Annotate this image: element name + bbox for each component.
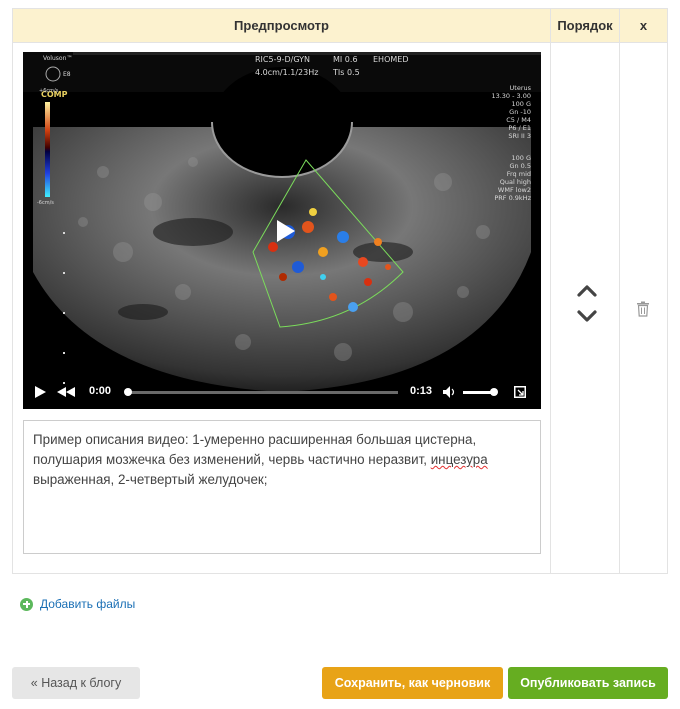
progress-handle[interactable] xyxy=(124,388,132,396)
description-text: Пример описания видео: 1-умеренно расшир… xyxy=(33,432,477,467)
total-time: 0:13 xyxy=(410,385,433,397)
fullscreen-icon[interactable] xyxy=(514,386,526,398)
plus-circle-icon xyxy=(20,597,33,611)
add-files-label: Добавить файлы xyxy=(40,597,136,611)
mi-label: MI 0.6 xyxy=(333,55,358,64)
probe-label: RIC5-9-D/GYN xyxy=(255,55,310,64)
chevron-down-icon[interactable] xyxy=(576,307,598,325)
brand-label: Voluson™ xyxy=(43,55,73,62)
scale-bottom-label: -6cm/s xyxy=(37,200,54,206)
table-header: Предпросмотр Порядок x xyxy=(13,9,667,43)
column-divider xyxy=(550,9,551,573)
depth-label: 4.0cm/1.1/23Hz xyxy=(255,68,319,77)
column-divider xyxy=(619,9,620,573)
column-header-delete: x xyxy=(639,18,648,33)
rewind-icon[interactable] xyxy=(57,387,75,397)
add-files-link[interactable]: Добавить файлы xyxy=(20,596,135,612)
back-to-blog-button[interactable]: « Назад к блогу xyxy=(12,667,140,699)
volume-icon[interactable] xyxy=(443,386,456,398)
brand-sub-label: E8 xyxy=(63,71,71,78)
play-icon[interactable] xyxy=(35,386,46,398)
media-table: Предпросмотр Порядок x Voluson™ E8 RIC5-… xyxy=(12,8,668,574)
column-header-preview: Предпросмотр xyxy=(234,18,329,33)
volume-handle[interactable] xyxy=(490,388,498,396)
video-description-field[interactable]: Пример описания видео: 1-умеренно расшир… xyxy=(23,420,541,554)
play-overlay-icon[interactable] xyxy=(274,218,298,244)
chevron-up-icon[interactable] xyxy=(576,282,598,300)
scale-top-label: +6cm/s xyxy=(39,88,59,94)
params-right-label: Uterus 13.30 - 3.00 100 G Gn -10 C5 / M4… xyxy=(491,84,531,140)
misspelled-word: инцезура xyxy=(430,452,488,467)
progress-track[interactable] xyxy=(126,391,398,394)
tis-label: TIs 0.5 xyxy=(333,68,360,77)
institution-label: EHOMED xyxy=(373,55,409,64)
description-text-end: выраженная, 2-четвертый желудочек; xyxy=(33,472,268,487)
save-draft-button[interactable]: Сохранить, как черновик xyxy=(322,667,503,699)
column-header-order: Порядок xyxy=(557,18,613,33)
current-time: 0:00 xyxy=(89,385,112,397)
publish-button[interactable]: Опубликовать запись xyxy=(508,667,668,699)
params-color-label: 100 G Gn 0.5 Frq mid Qual high WMF low2 … xyxy=(494,154,531,202)
trash-icon[interactable] xyxy=(636,301,650,317)
video-player[interactable]: Voluson™ E8 RIC5-9-D/GYN 4.0cm/1.1/23Hz … xyxy=(23,52,541,409)
video-controls: 0:00 0:13 xyxy=(23,375,541,409)
